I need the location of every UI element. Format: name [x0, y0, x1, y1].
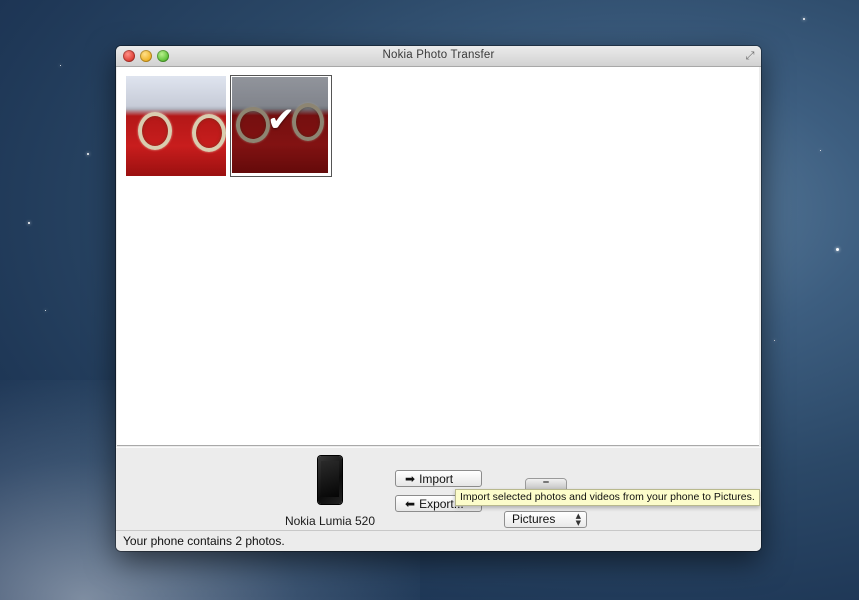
destination-value: Pictures — [512, 512, 556, 526]
photo-thumbnail-selected[interactable]: ✔ — [230, 75, 332, 177]
photo-grid[interactable]: ✔ — [117, 67, 759, 446]
left-arrow-icon: ⬅ — [405, 496, 416, 511]
rings-photo-1 — [126, 76, 226, 176]
import-button[interactable]: ➡ Import — [395, 470, 482, 487]
fullscreen-icon[interactable]: ⤢ — [744, 50, 756, 62]
title-bar[interactable]: Nokia Photo Transfer ⤢ — [116, 46, 761, 67]
photo-thumbnail[interactable] — [126, 76, 226, 176]
chevron-updown-icon: ▲ ▼ — [575, 512, 581, 527]
import-label: Import — [419, 471, 454, 486]
status-text: Your phone contains 2 photos. — [123, 534, 285, 548]
app-window: Nokia Photo Transfer ⤢ ✔ Nokia Lumia 520… — [116, 46, 761, 551]
device-name: Nokia Lumia 520 — [284, 514, 376, 528]
status-bar: Your phone contains 2 photos. — [116, 530, 761, 551]
transfer-panel: Nokia Lumia 520 ➡ Import ⬅ Export... Pic… — [116, 447, 761, 532]
import-tooltip: Import selected photos and videos from y… — [455, 489, 760, 506]
right-arrow-icon: ➡ — [405, 471, 416, 486]
checkmark-icon: ✔ — [266, 100, 296, 140]
destination-select[interactable]: Pictures ▲ ▼ — [504, 511, 587, 528]
window-title: Nokia Photo Transfer — [382, 49, 495, 61]
phone-icon — [318, 456, 342, 504]
